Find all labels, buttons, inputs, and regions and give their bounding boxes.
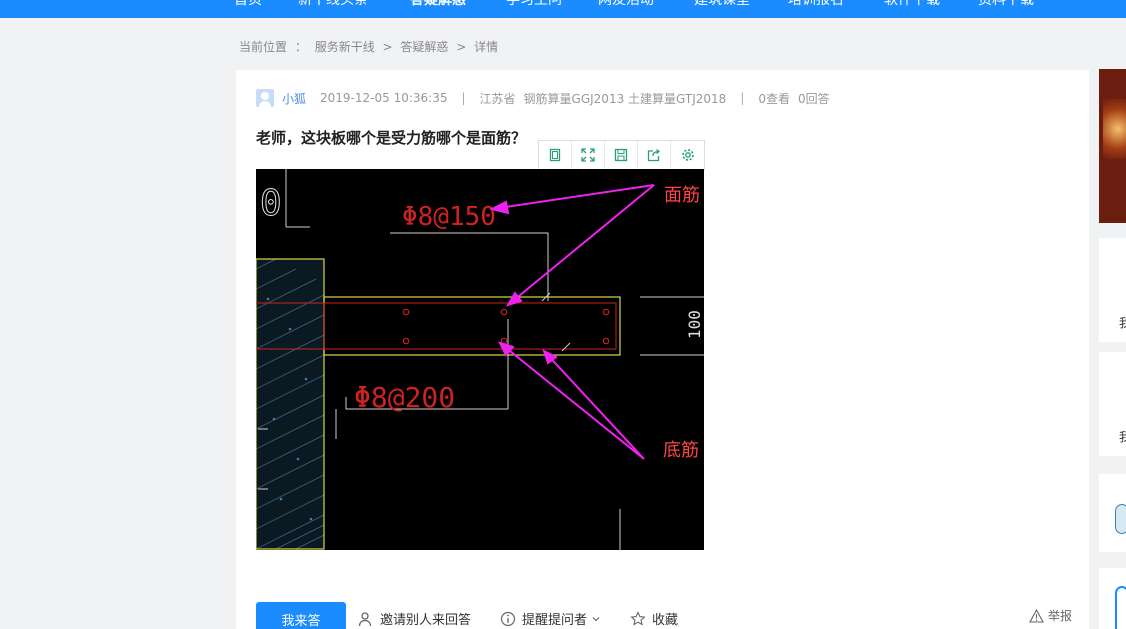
sidebar-card-3-icon (1115, 504, 1126, 534)
dim-right-text: 100 (685, 310, 704, 339)
rebar-top-text: Φ8@150 (402, 202, 496, 232)
breadcrumb-separator: > (456, 40, 467, 54)
sidebar-card-2-text: 我 (1119, 430, 1126, 444)
software-tags: 钢筋算量GGJ2013 土建算量GTJ2018 (523, 91, 727, 106)
warning-icon (1029, 608, 1044, 623)
chevron-down-icon (592, 616, 600, 621)
settings-icon[interactable] (671, 141, 704, 169)
remind-label: 提醒提问者 (522, 613, 588, 628)
nav-item-downloads[interactable]: 资料下载 (978, 0, 1034, 10)
label-bottom-rebar: 底筋 (663, 440, 699, 461)
breadcrumb: 当前位置 ： 服务新干线 > 答疑解惑 > 详情 (239, 38, 502, 56)
question-meta: 小狐 2019-12-05 10:36:35 | 江苏省 钢筋算量GGJ2013… (256, 88, 830, 108)
breadcrumb-colon: ： (294, 40, 307, 54)
label-top-rebar: 面筋 (664, 185, 700, 206)
breadcrumb-separator: > (382, 40, 393, 54)
meta-divider: | (461, 91, 466, 105)
avatar[interactable] (256, 89, 274, 107)
sidebar-card-2[interactable]: 我 (1099, 352, 1126, 456)
sidebar-card-1-text: 我 (1119, 316, 1126, 330)
invite-button[interactable]: 邀请别人来回答 (358, 609, 471, 628)
author-name[interactable]: 小狐 (282, 90, 306, 107)
sidebar-card-4[interactable] (1099, 568, 1126, 629)
svg-text:0: 0 (260, 183, 282, 224)
question-title: 老师，这块板哪个是受力筋哪个是面筋？ (256, 129, 527, 147)
report-button[interactable]: 举报 (1029, 607, 1072, 624)
sidebar-card-1[interactable]: 我 (1099, 238, 1126, 342)
action-bar: 我来答 邀请别人来回答 提醒提问者 收藏 举报 (256, 602, 1072, 629)
nav-item-qa[interactable]: 答疑解惑 (410, 0, 466, 10)
question-image[interactable]: 0 100 Φ8@150 Φ8@200 面筋 底筋 (255, 169, 704, 550)
report-label: 举报 (1047, 609, 1072, 623)
answer-button[interactable]: 我来答 (256, 602, 346, 629)
invite-user-icon (358, 611, 372, 626)
breadcrumb-level3: 详情 (474, 40, 499, 54)
nav-item-learn[interactable]: 学习生问 (506, 0, 562, 10)
breadcrumb-level2[interactable]: 答疑解惑 (400, 40, 448, 54)
region: 江苏省 (479, 91, 516, 106)
save-icon[interactable] (605, 141, 638, 169)
view-count: 0查看 (758, 91, 790, 106)
favorite-label: 收藏 (652, 613, 679, 628)
question-card: 小狐 2019-12-05 10:36:35 | 江苏省 钢筋算量GGJ2013… (236, 70, 1089, 629)
rebar-bottom-text: Φ8@200 (354, 381, 455, 414)
nav-item-software[interactable]: 软件下载 (884, 0, 940, 10)
favorite-button[interactable]: 收藏 (630, 609, 678, 628)
nav-item-home[interactable]: 首页 (234, 0, 262, 10)
nav-item-headlines[interactable]: 新干线头条 (298, 0, 368, 10)
top-nav: 首页 新干线头条 答疑解惑 学习生问 网友活动 建筑课堂 培训报名 软件下载 资… (0, 0, 1126, 18)
image-toolbar (538, 140, 705, 170)
info-icon (500, 611, 516, 626)
remind-button[interactable]: 提醒提问者 (500, 609, 601, 628)
sidebar-banner[interactable] (1099, 69, 1126, 223)
nav-item-activity[interactable]: 网友活动 (598, 0, 654, 10)
post-datetime: 2019-12-05 10:36:35 (320, 91, 448, 105)
banner-glow (1103, 99, 1126, 159)
sidebar-card-4-icon (1115, 586, 1126, 629)
answer-count: 0回答 (798, 91, 830, 106)
share-icon[interactable] (638, 141, 671, 169)
meta-divider: | (740, 91, 745, 105)
cad-drawing: 0 100 Φ8@150 Φ8@200 面筋 底筋 (255, 169, 704, 550)
nav-item-class[interactable]: 建筑课堂 (694, 0, 750, 10)
sidebar-card-3[interactable] (1099, 474, 1126, 552)
fullscreen-icon[interactable] (572, 141, 605, 169)
star-icon (630, 610, 646, 626)
fit-icon[interactable] (539, 141, 572, 169)
nav-item-training[interactable]: 培训报名 (788, 0, 844, 10)
breadcrumb-prefix: 当前位置 (239, 40, 288, 54)
breadcrumb-level1[interactable]: 服务新干线 (315, 40, 375, 54)
invite-label: 邀请别人来回答 (380, 613, 472, 628)
